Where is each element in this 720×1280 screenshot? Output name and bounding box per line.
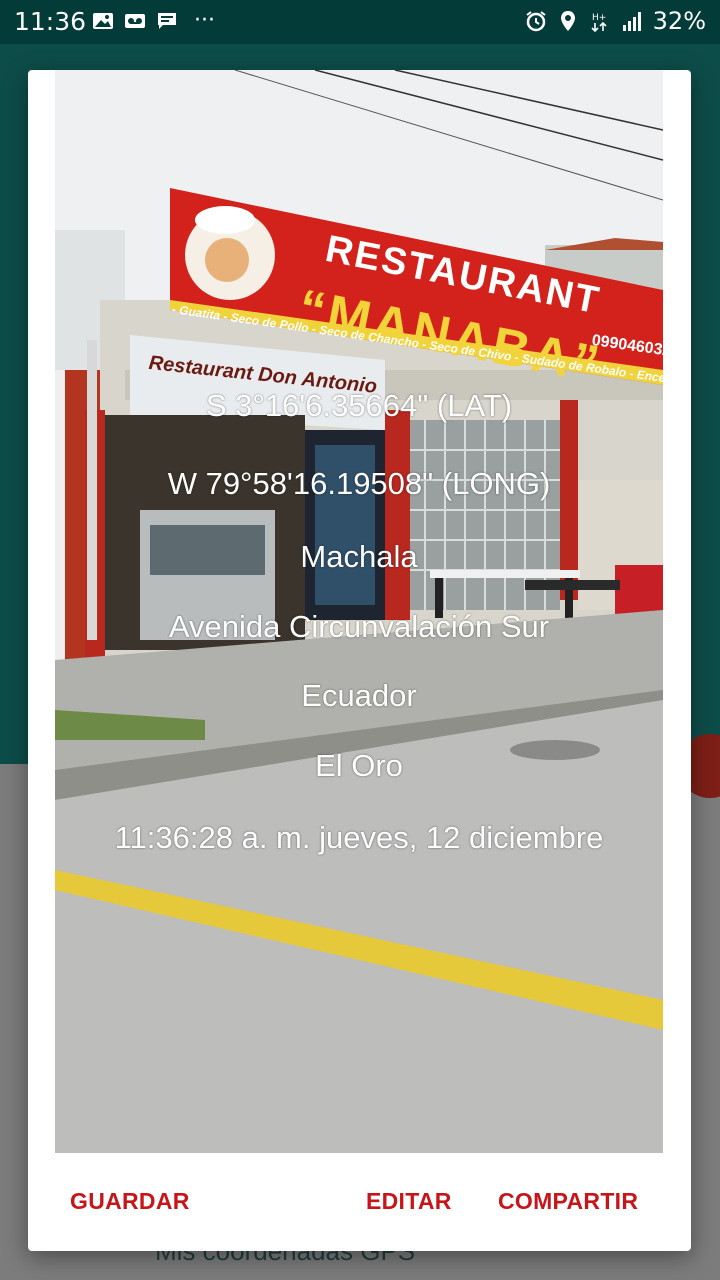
save-button[interactable]: GUARDAR: [70, 1188, 190, 1215]
dialog-actions: GUARDAR EDITAR COMPARTIR: [28, 1170, 691, 1234]
image-icon: [93, 12, 113, 29]
alarm-icon: [526, 11, 546, 32]
more-notifications-icon: ···: [194, 8, 215, 33]
edit-button[interactable]: EDITAR: [366, 1188, 452, 1215]
signal-icon: [622, 12, 641, 31]
message-icon: [158, 12, 176, 29]
geotagged-photo: RESTAURANT “MANABA” - Guatita - Seco de …: [55, 70, 663, 1153]
overlay-province: El Oro: [315, 748, 403, 783]
status-bar: 11:36 ··· H+ 32%: [0, 0, 720, 44]
overlay-longitude: W 79°58'16.19508" (LONG): [167, 466, 551, 501]
overlay-country: Ecuador: [301, 678, 417, 713]
photo-preview-dialog: RESTAURANT “MANABA” - Guatita - Seco de …: [28, 70, 691, 1251]
overlay-street: Avenida Circunvalación Sur: [168, 609, 550, 644]
overlay-latitude: S 3°16'6.35664" (LAT): [205, 388, 513, 423]
overlay-city: Machala: [300, 539, 418, 574]
battery-level: 32%: [652, 7, 706, 35]
share-button[interactable]: COMPARTIR: [498, 1188, 638, 1215]
svg-text:H+: H+: [592, 13, 606, 23]
status-time: 11:36: [14, 7, 87, 36]
data-icon: H+: [591, 13, 607, 32]
location-icon: [560, 11, 575, 31]
overlay-timestamp: 11:36:28 a. m. jueves, 12 diciembre: [114, 820, 604, 855]
voicemail-icon: [125, 13, 145, 28]
